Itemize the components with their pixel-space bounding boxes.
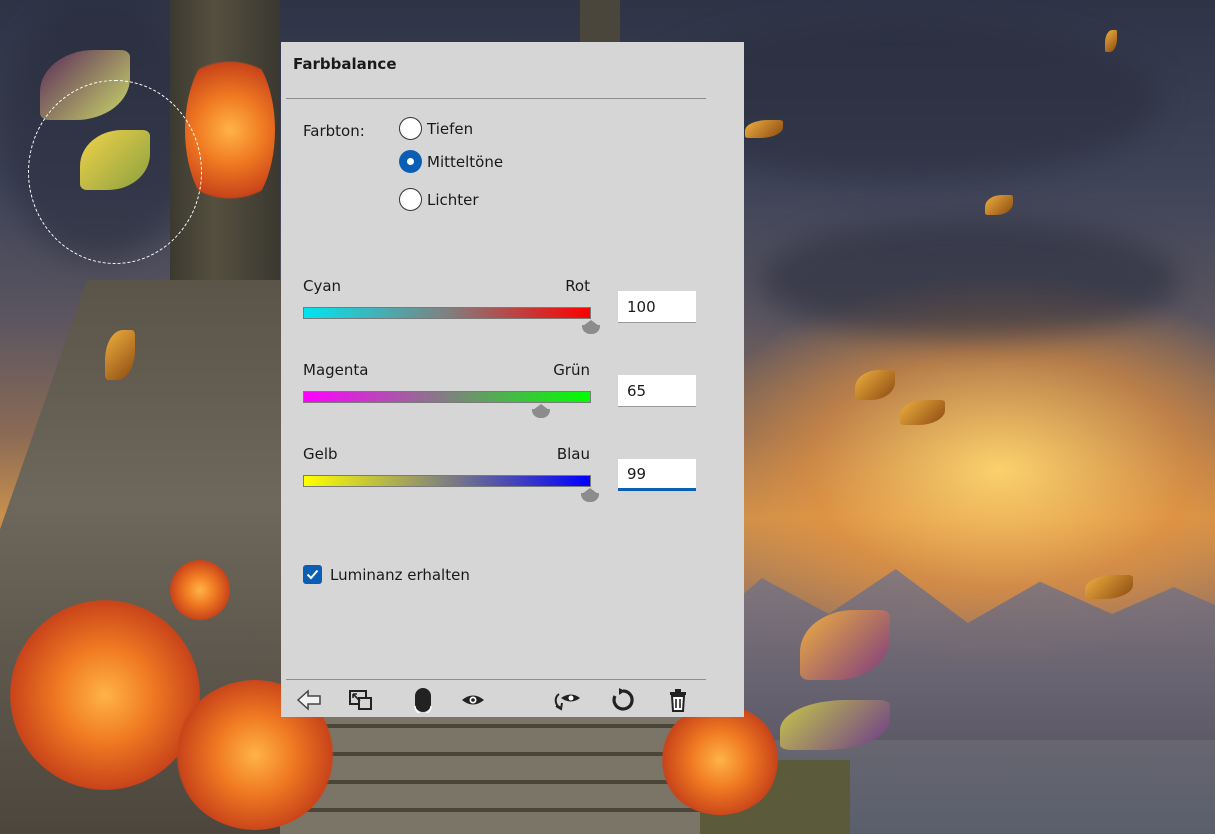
slider-left-label: Cyan bbox=[303, 277, 342, 295]
tone-label: Farbton: bbox=[303, 122, 365, 140]
flower bbox=[10, 600, 200, 790]
slider-left-label: Gelb bbox=[303, 445, 338, 463]
marquee-selection bbox=[28, 80, 202, 264]
slider-right-label: Blau bbox=[556, 445, 590, 463]
butterfly bbox=[745, 120, 785, 140]
layer-mask-icon[interactable] bbox=[408, 686, 438, 714]
slider-right-label: Grün bbox=[553, 361, 590, 379]
flower bbox=[170, 560, 230, 620]
radio-button-selected[interactable] bbox=[399, 150, 422, 173]
radio-button[interactable] bbox=[399, 117, 422, 140]
visibility-eye-icon[interactable] bbox=[458, 686, 488, 714]
cloud bbox=[760, 220, 1180, 340]
slider-thumb[interactable] bbox=[581, 320, 601, 334]
radio-lichter[interactable]: Lichter bbox=[399, 188, 479, 211]
radio-mitteltoene[interactable]: Mitteltöne bbox=[399, 150, 503, 173]
radio-tiefen[interactable]: Tiefen bbox=[399, 117, 473, 140]
slider-left-label: Magenta bbox=[303, 361, 369, 379]
preserve-luminosity-checkbox[interactable]: Luminanz erhalten bbox=[303, 565, 470, 584]
color-balance-panel: Farbbalance Farbton: Tiefen Mitteltöne L… bbox=[281, 42, 744, 717]
butterfly bbox=[855, 370, 950, 435]
cyan-red-value-field[interactable] bbox=[618, 291, 696, 323]
slider-thumb[interactable] bbox=[531, 404, 551, 418]
previous-state-icon[interactable] bbox=[553, 686, 583, 714]
butterfly bbox=[1085, 575, 1135, 603]
slider-right-label: Rot bbox=[565, 277, 590, 295]
stairs bbox=[280, 700, 700, 834]
butterfly bbox=[760, 610, 910, 770]
delete-icon[interactable] bbox=[663, 686, 693, 714]
radio-label: Tiefen bbox=[427, 119, 474, 138]
slider-track[interactable] bbox=[303, 307, 591, 319]
panel-title: Farbbalance bbox=[293, 55, 397, 73]
checkbox-label: Luminanz erhalten bbox=[330, 565, 470, 584]
butterfly bbox=[105, 330, 175, 390]
magenta-green-value-field[interactable] bbox=[618, 375, 696, 407]
divider bbox=[286, 98, 706, 99]
reset-view-icon[interactable] bbox=[346, 686, 376, 714]
checkbox-checked[interactable] bbox=[303, 565, 322, 584]
slider-track[interactable] bbox=[303, 475, 591, 487]
clip-to-layer-icon[interactable] bbox=[294, 686, 324, 714]
radio-label: Lichter bbox=[427, 190, 479, 209]
slider-track[interactable] bbox=[303, 391, 591, 403]
panel-footer-toolbar bbox=[281, 684, 744, 717]
slider-thumb[interactable] bbox=[580, 488, 600, 502]
divider bbox=[286, 679, 706, 680]
yellow-blue-value-field[interactable] bbox=[618, 459, 696, 491]
butterfly bbox=[985, 195, 1015, 217]
reset-icon[interactable] bbox=[608, 686, 638, 714]
butterfly bbox=[1105, 30, 1119, 54]
checkmark-icon bbox=[306, 569, 319, 580]
radio-button[interactable] bbox=[399, 188, 422, 211]
radio-label: Mitteltöne bbox=[427, 152, 504, 171]
